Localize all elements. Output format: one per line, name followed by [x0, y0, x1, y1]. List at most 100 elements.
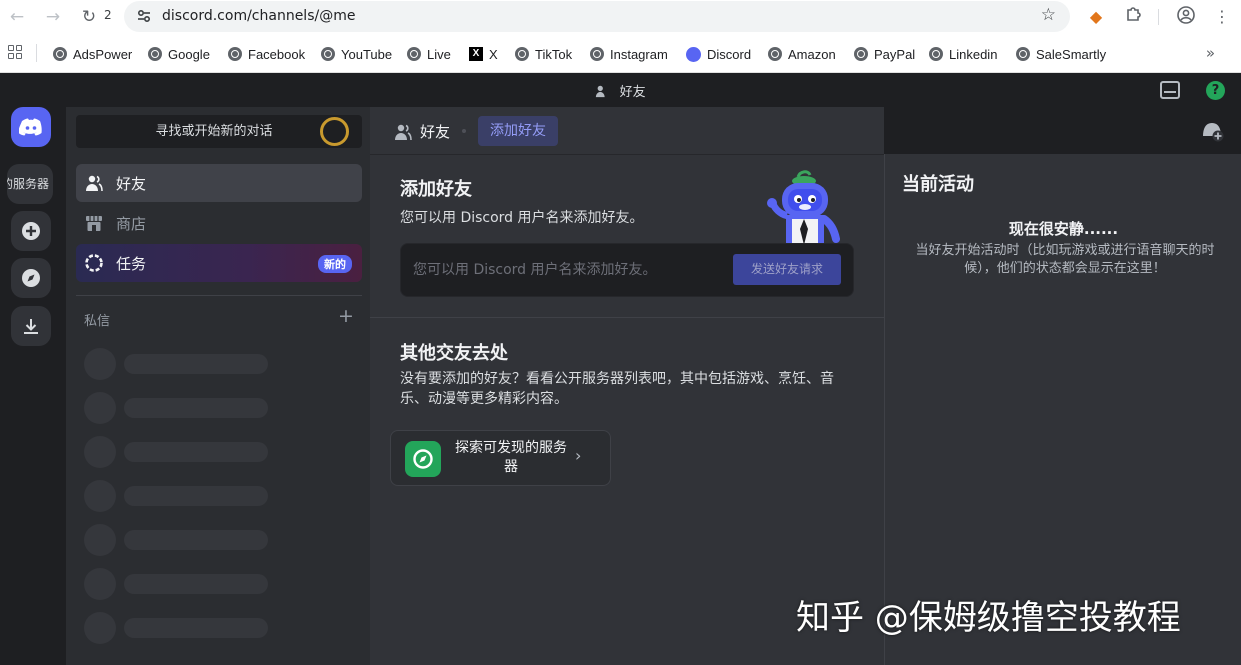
- chevron-right-icon: ›: [575, 446, 582, 465]
- bookmark-amazon[interactable]: Amazon: [768, 45, 836, 63]
- browser-menu-icon[interactable]: ⋮: [1211, 6, 1233, 28]
- bookmark-live[interactable]: Live: [407, 45, 451, 63]
- forward-arrow-icon[interactable]: →: [42, 6, 64, 28]
- main-divider: [370, 317, 884, 318]
- site-settings-icon[interactable]: [136, 8, 152, 24]
- other-places-title: 其他交友去处: [400, 343, 508, 364]
- globe-icon: [929, 47, 943, 61]
- bookmark-star-icon[interactable]: ☆: [1041, 5, 1056, 25]
- add-friend-title: 添加好友: [400, 179, 472, 200]
- bookmark-instagram[interactable]: Instagram: [590, 45, 668, 63]
- sidebar-item-label: 任务: [116, 254, 147, 273]
- send-friend-request-button[interactable]: 发送好友请求: [733, 254, 841, 285]
- quiet-description: 当好友开始活动时（比如玩游戏或进行语音聊天的时候），他们的状态都会显示在这里！: [915, 243, 1215, 276]
- globe-icon: [854, 47, 868, 61]
- bookmark-discord[interactable]: Discord: [686, 45, 751, 63]
- dm-skeleton-line: [124, 398, 268, 418]
- header-separator-dot: [462, 129, 466, 133]
- compass-icon: [22, 269, 40, 287]
- sidebar-item-friends[interactable]: 好友: [76, 164, 362, 202]
- dm-skeleton-line: [124, 618, 268, 638]
- dm-skeleton-avatar: [84, 480, 116, 512]
- globe-icon: [53, 47, 67, 61]
- loading-ring-icon: [318, 117, 352, 146]
- add-friend-username-input[interactable]: [413, 254, 731, 286]
- help-icon[interactable]: ?: [1206, 81, 1225, 100]
- back-arrow-icon[interactable]: ←: [6, 6, 28, 28]
- active-now-title: 当前活动: [902, 174, 974, 195]
- dm-skeleton-line: [124, 530, 268, 550]
- globe-icon: [321, 47, 335, 61]
- bookmark-google[interactable]: Google: [148, 45, 210, 63]
- bookmark-adspower[interactable]: AdsPower: [53, 45, 132, 63]
- dm-skeleton-line: [124, 486, 268, 506]
- direct-messages-header: 私信: [84, 314, 111, 329]
- globe-icon: [1016, 47, 1030, 61]
- titlebar-title: 好友: [0, 81, 1241, 100]
- bookmark-tiktok[interactable]: TikTok: [515, 45, 572, 63]
- globe-icon: [228, 47, 242, 61]
- friends-icon: [395, 124, 412, 140]
- tab-count: 2: [104, 8, 112, 22]
- friends-icon: [596, 85, 606, 98]
- new-group-dm-icon[interactable]: [1200, 120, 1224, 142]
- bookmark-salesmartly[interactable]: SaleSmartly: [1016, 45, 1106, 63]
- reload-icon[interactable]: ↻: [78, 6, 100, 28]
- new-badge: 新的: [318, 255, 352, 273]
- browser-toolbar: ← → ↻ 2 discord.com/channels/@me ☆ ◆ ⋮: [0, 0, 1241, 34]
- sidebar-divider: [76, 295, 362, 296]
- discord-titlebar: 好友 ?: [0, 73, 1241, 107]
- server-icon[interactable]: 的服务器: [7, 164, 53, 204]
- apps-grid-icon[interactable]: [8, 45, 22, 59]
- globe-icon: [590, 47, 604, 61]
- bookmark-facebook[interactable]: Facebook: [228, 45, 305, 63]
- profile-icon[interactable]: [1175, 6, 1197, 28]
- dm-skeleton-line: [124, 574, 268, 594]
- url-text: discord.com/channels/@me: [162, 8, 356, 24]
- bookmark-youtube[interactable]: YouTube: [321, 45, 392, 63]
- explore-servers-button[interactable]: 探索可发现的服务器 ›: [390, 430, 611, 486]
- bookmark-linkedin[interactable]: Linkedin: [929, 45, 997, 63]
- sidebar-item-quests[interactable]: 任务 新的: [76, 244, 362, 282]
- explore-servers-label: 探索可发现的服务器: [455, 440, 567, 475]
- add-friend-box: 发送好友请求: [400, 243, 854, 297]
- sidebar-item-shop[interactable]: 商店: [76, 204, 362, 242]
- create-dm-button[interactable]: +: [338, 305, 354, 327]
- x-logo-icon: X: [469, 47, 483, 61]
- extensions-puzzle-icon[interactable]: [1122, 6, 1144, 28]
- other-places-description: 没有要添加的好友？看看公开服务器列表吧，其中包括游戏、烹饪、音乐、动漫等更多精彩…: [400, 371, 834, 407]
- friends-header: 好友 添加好友: [370, 107, 884, 155]
- globe-icon: [148, 47, 162, 61]
- main-panel: 好友 添加好友 添加好友 您可以用 Discord 用户名来添加好友。 发送好友…: [370, 107, 884, 665]
- compass-icon: [405, 441, 441, 477]
- add-server-button[interactable]: [11, 211, 51, 251]
- dm-skeleton-avatar: [84, 612, 116, 644]
- dm-sidebar: 寻找或开始新的对话 好友 商店 任务 新的 私信 +: [66, 107, 370, 665]
- dm-skeleton-avatar: [84, 436, 116, 468]
- dm-skeleton-avatar: [84, 568, 116, 600]
- inbox-icon[interactable]: [1160, 81, 1180, 99]
- tab-add-friend[interactable]: 添加好友: [478, 116, 558, 146]
- download-icon: [24, 319, 38, 334]
- bookmarks-bar: AdsPower Google Facebook YouTube Live XX…: [0, 34, 1241, 73]
- plus-circle-icon: [22, 222, 40, 240]
- dm-skeleton-line: [124, 442, 268, 462]
- discover-button[interactable]: [11, 258, 51, 298]
- bookmark-paypal[interactable]: PayPal: [854, 45, 915, 63]
- globe-icon: [515, 47, 529, 61]
- quiet-title: 现在很安静......: [1008, 220, 1119, 238]
- bookmark-x[interactable]: XX: [469, 45, 498, 63]
- dm-skeleton-avatar: [84, 392, 116, 424]
- more-bookmarks-icon[interactable]: »: [1206, 44, 1215, 62]
- shop-icon: [84, 213, 104, 233]
- address-bar[interactable]: discord.com/channels/@me ☆: [124, 1, 1070, 32]
- metamask-extension-icon[interactable]: ◆: [1085, 6, 1107, 28]
- bookmarks-divider: [36, 44, 37, 62]
- download-apps-button[interactable]: [11, 306, 51, 346]
- dm-skeleton-avatar: [84, 348, 116, 380]
- friends-title: 好友: [394, 121, 450, 142]
- toolbar-divider: [1158, 9, 1159, 25]
- wumpus-mascot-icon: [767, 170, 840, 245]
- home-button[interactable]: [11, 107, 51, 147]
- watermark-text: 知乎 @保姆级撸空投教程: [796, 598, 1181, 638]
